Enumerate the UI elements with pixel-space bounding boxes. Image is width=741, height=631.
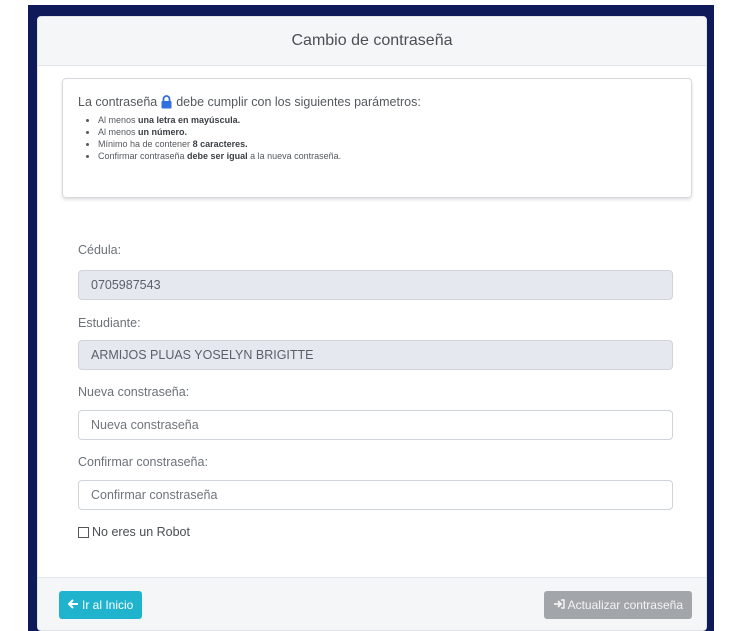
go-home-button[interactable]: Ir al Inicio bbox=[59, 591, 143, 619]
lock-icon bbox=[160, 95, 173, 109]
intro-text-after: debe cumplir con los siguientes parámetr… bbox=[176, 95, 421, 109]
arrow-left-icon bbox=[67, 598, 79, 612]
intro-text-before: La contraseña bbox=[78, 95, 158, 109]
go-home-label: Ir al Inicio bbox=[82, 598, 134, 612]
list-item: Al menos un número. bbox=[98, 126, 691, 138]
confirm-password-input[interactable] bbox=[78, 480, 673, 510]
sign-in-icon bbox=[553, 598, 565, 612]
list-item: Mínimo ha de contener 8 caracteres. bbox=[98, 138, 691, 150]
update-password-label: Actualizar contraseña bbox=[567, 598, 683, 612]
page-title: Cambio de contraseña bbox=[291, 32, 453, 49]
robot-checkbox[interactable] bbox=[78, 526, 89, 538]
estudiante-label: Estudiante: bbox=[78, 316, 141, 330]
list-item: Confirmar contraseña debe ser igual a la… bbox=[98, 150, 691, 162]
requirements-intro: La contraseña debe cumplir con los sigui… bbox=[78, 95, 691, 109]
requirements-list: Al menos una letra en mayúscula. Al meno… bbox=[78, 114, 691, 162]
list-item: Al menos una letra en mayúscula. bbox=[98, 114, 691, 126]
cedula-value: 0705987543 bbox=[91, 278, 161, 292]
estudiante-value: ARMIJOS PLUAS YOSELYN BRIGITTE bbox=[91, 348, 314, 362]
card-footer: Ir al Inicio Actualizar contraseña bbox=[38, 577, 706, 630]
robot-check[interactable]: No eres un Robot bbox=[78, 525, 190, 539]
new-password-label: Nueva constraseña: bbox=[78, 385, 190, 399]
cedula-label: Cédula: bbox=[78, 243, 122, 257]
new-password-input[interactable] bbox=[78, 410, 673, 440]
card-header: Cambio de contraseña bbox=[38, 17, 706, 66]
password-change-card: Cambio de contraseña La contraseña debe … bbox=[37, 16, 707, 631]
update-password-button[interactable]: Actualizar contraseña bbox=[543, 591, 692, 619]
robot-check-label: No eres un Robot bbox=[92, 525, 190, 539]
password-requirements-box: La contraseña debe cumplir con los sigui… bbox=[62, 78, 692, 198]
estudiante-field: ARMIJOS PLUAS YOSELYN BRIGITTE bbox=[78, 340, 673, 370]
confirm-password-label: Confirmar constraseña: bbox=[78, 455, 208, 469]
cedula-field: 0705987543 bbox=[78, 270, 673, 300]
